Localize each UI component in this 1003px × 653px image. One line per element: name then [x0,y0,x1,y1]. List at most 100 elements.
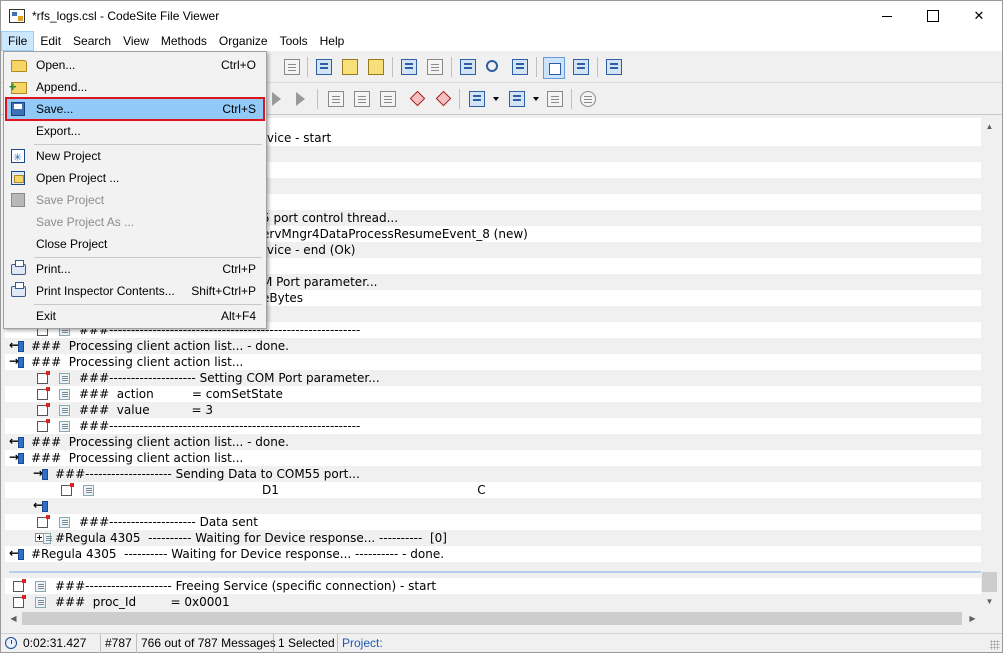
scroll-up-icon[interactable]: ▲ [981,118,998,135]
message-icon [59,421,70,432]
list-item[interactable]: ### value = 3 [5,402,981,418]
menu-item-close-project[interactable]: Close Project [6,233,264,255]
scroll-down-icon[interactable]: ▼ [981,593,998,610]
bookmark-icon[interactable] [342,59,358,75]
columns-icon[interactable] [401,59,417,75]
message-icon [35,581,46,592]
close-button[interactable] [956,1,1002,31]
vertical-scrollbar[interactable]: ▲ ▼ [981,118,998,610]
list-item[interactable]: ### action = comSetState [5,386,981,402]
scroll-right-icon[interactable]: ▶ [964,610,981,627]
menu-file[interactable]: File [1,31,35,51]
note-icon [13,579,26,592]
menu-item-save[interactable]: Save... Ctrl+S [5,97,265,121]
collapse-all-icon[interactable] [354,91,370,107]
save-project-icon [11,193,25,207]
open-folder-icon [11,60,27,72]
menu-item-append[interactable]: Append... [6,76,264,98]
toolbar-separator [597,57,598,77]
menu-item-new-project[interactable]: New Project [6,145,264,169]
list-item[interactable]: ###-------------------- Sending Data to … [5,465,981,482]
menu-methods[interactable]: Methods [155,31,213,51]
maximize-button[interactable] [910,1,956,31]
next-enter-icon[interactable] [296,92,305,106]
exit-method-icon [9,545,24,561]
horizontal-scrollbar[interactable]: ◀ ▶ [5,610,981,627]
filter-icon[interactable] [368,59,384,75]
collapse-icon[interactable] [316,59,332,75]
message-icon [59,405,70,416]
note-icon [13,595,26,608]
new-project-icon [11,147,25,169]
list-item[interactable]: ### Processing client action list... - d… [5,337,981,354]
note-icon [37,387,50,400]
menu-search[interactable]: Search [67,31,117,51]
message-icon [43,533,52,544]
minimize-button[interactable] [864,1,910,31]
print-inspector-icon [11,282,26,297]
menu-item-exit[interactable]: Exit Alt+F4 [6,305,264,327]
status-selected: 1 Selected [274,634,338,653]
status-project[interactable]: Project: [338,634,538,653]
list-item[interactable]: ### Processing client action list... [5,449,981,466]
message-icon [35,597,46,608]
list-item[interactable]: ### proc_Id = 0x0001 [5,594,981,610]
properties-icon[interactable] [606,59,622,75]
exit-method-icon [9,337,24,353]
menu-item-open[interactable]: Open... Ctrl+O [6,54,264,76]
list-item[interactable]: #Regula 4305 ---------- Waiting for Devi… [5,530,981,546]
menu-item-print[interactable]: Print... Ctrl+P [6,258,264,280]
methods-icon[interactable] [509,91,525,107]
inspector-toggle-icon[interactable] [543,57,565,79]
menu-edit[interactable]: Edit [34,31,67,51]
note-icon [37,419,50,432]
list-item[interactable]: ###-------------------- Data sent [5,514,981,530]
list-item[interactable]: ### Processing client action list... [5,353,981,370]
clear-all-icon[interactable] [435,90,452,107]
list-item[interactable] [5,497,981,514]
search-icon[interactable] [486,60,498,72]
expand-icon[interactable] [328,91,344,107]
menu-item-print-inspector[interactable]: Print Inspector Contents... Shift+Ctrl+P [6,280,264,302]
indent-icon[interactable] [380,91,396,107]
message-icon [59,373,70,384]
list-item[interactable]: ###-------------------------------------… [5,418,981,434]
menu-organize[interactable]: Organize [213,31,274,51]
open-project-icon [11,171,25,185]
app-icon[interactable] [9,9,25,23]
view-text-icon[interactable] [284,59,300,75]
menu-item-export[interactable]: Export... [6,120,264,142]
chevron-down-icon[interactable] [493,97,499,101]
menu-help[interactable]: Help [314,31,351,51]
categories-icon[interactable] [469,91,485,107]
file-menu-dropdown: Open... Ctrl+O Append... Save... Ctrl+S … [3,51,267,329]
rows-icon[interactable] [427,59,443,75]
scroll-thumb[interactable] [22,612,962,625]
stack-icon[interactable] [573,59,589,75]
scroll-left-icon[interactable]: ◀ [5,610,22,627]
find-next-icon[interactable] [512,59,528,75]
tag-icon[interactable] [547,91,563,107]
next-icon[interactable] [272,92,281,106]
menu-item-save-project[interactable]: Save Project [6,189,264,211]
menu-view[interactable]: View [117,31,155,51]
enter-method-icon [33,465,48,481]
list-item[interactable]: ###-------------------- Freeing Service … [5,578,981,594]
chevron-down-icon[interactable] [533,97,539,101]
menu-tools[interactable]: Tools [274,31,314,51]
list-item[interactable]: ### Processing client action list... - d… [5,433,981,450]
sync-icon[interactable] [580,91,596,107]
message-icon [59,517,70,528]
list-item[interactable]: D1 C [5,482,981,498]
calculator-icon[interactable] [460,59,476,75]
menu-item-save-project-as[interactable]: Save Project As ... [6,211,264,233]
resize-grip[interactable] [990,640,1000,650]
clear-icon[interactable] [409,90,426,107]
menu-item-open-project[interactable]: Open Project ... [6,167,264,189]
list-item[interactable]: #Regula 4305 ---------- Waiting for Devi… [5,545,981,562]
status-bar: 0:02:31.427 #787 766 out of 787 Messages… [1,633,1002,653]
scroll-thumb[interactable] [982,572,997,592]
clock-icon [5,637,17,649]
list-item[interactable]: ###-------------------- Setting COM Port… [5,370,981,386]
list-item[interactable] [5,562,981,578]
